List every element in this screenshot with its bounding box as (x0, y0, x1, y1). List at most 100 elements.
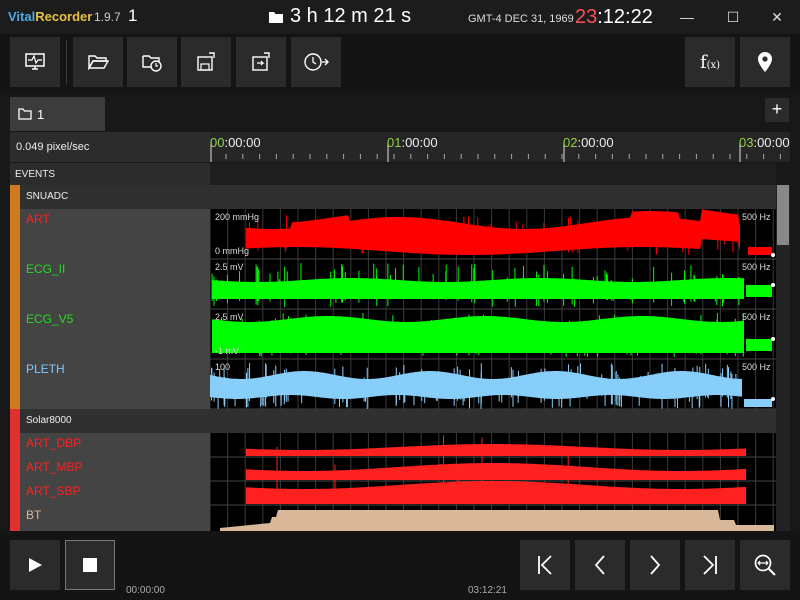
skip-start-icon (538, 555, 552, 575)
art-mbp-trend (246, 463, 746, 480)
minimize-button[interactable]: — (676, 6, 698, 28)
app-version: 1.9.7 (94, 10, 121, 24)
duration-text: 3 h 12 m 21 s (290, 5, 412, 27)
group-header-snuadc[interactable]: SNUADC (20, 185, 776, 209)
toolbar: f(x) (0, 34, 800, 92)
close-button[interactable]: ✕ (766, 6, 788, 28)
art-dbp-trend (246, 444, 746, 456)
ecg-ii-max-label: 2.5 mV (215, 262, 244, 272)
stop-icon (83, 558, 97, 572)
track-end-marker (771, 253, 775, 257)
zoom-fit-icon (754, 554, 776, 576)
start-time: 00:00:00 (126, 585, 165, 596)
play-button[interactable] (10, 540, 60, 590)
track-label-art-dbp[interactable]: ART_DBP (26, 436, 81, 450)
ecg-v5-max-label: 2.5 mV (215, 312, 244, 322)
save-button[interactable] (181, 37, 231, 87)
save-icon (197, 52, 215, 71)
ecg-ii-waveform (746, 285, 772, 297)
monitor-icon (25, 53, 45, 70)
art-waveform (748, 247, 772, 255)
timer-export-button[interactable] (291, 37, 341, 87)
pleth-waveform (744, 399, 772, 407)
window-number: 1 (128, 6, 138, 25)
title-bar: VitalRecorder 1.9.7 1 3 h 12 m 21 s GMT-… (0, 0, 800, 34)
events-label: EVENTS (10, 163, 210, 185)
app-name: VitalRecorder (8, 9, 93, 24)
open-folder-icon (87, 55, 109, 71)
timezone-date: GMT-4 DEC 31, 1969 (468, 13, 574, 25)
track-label-pleth[interactable]: PLETH (26, 362, 65, 376)
save-as-icon (252, 52, 270, 71)
location-button[interactable] (740, 37, 790, 87)
group-bar-snuadc (10, 185, 20, 409)
art-sbp-trend (246, 481, 746, 504)
track-end-marker (771, 283, 775, 287)
scrollbar-thumb[interactable] (777, 185, 789, 245)
track-end-marker (771, 397, 775, 401)
pleth-rate-label: 500 Hz (742, 362, 771, 372)
bt-trend (220, 510, 774, 531)
ruler-ticks (210, 142, 781, 162)
ecg-v5-waveform (746, 339, 772, 351)
skip-end-button[interactable] (685, 540, 735, 590)
art-min-label: 0 mmHg (215, 246, 250, 256)
timeline-tick-2: 02:00:00 (563, 135, 614, 150)
add-tab-button[interactable]: + (765, 98, 789, 122)
maximize-button[interactable]: ☐ (722, 6, 744, 28)
prev-icon (594, 555, 605, 575)
ecg-ii-waveform (212, 278, 744, 299)
recent-button[interactable] (127, 37, 177, 87)
waveform-canvas (210, 209, 776, 531)
open-button[interactable] (73, 37, 123, 87)
ecg-v5-rate-label: 500 Hz (742, 312, 771, 322)
clock: 23:12:22 (575, 6, 653, 29)
timer-export-icon (304, 53, 329, 71)
time-scale: 0.049 pixel/sec (10, 132, 210, 162)
vertical-scrollbar[interactable] (776, 185, 790, 531)
timeline-tick-1: 01:00:00 (387, 135, 438, 150)
art-rate-label: 500 Hz (742, 212, 771, 222)
next-icon (650, 555, 661, 575)
track-labels-snuadc (20, 209, 210, 409)
ecg-v5-waveform (212, 316, 744, 353)
pleth-max-label: 100 (215, 362, 231, 372)
zoom-fit-button[interactable] (740, 540, 790, 590)
folder-icon (269, 11, 283, 23)
track-label-art[interactable]: ART (26, 212, 50, 226)
group-header-solar8000[interactable]: Solar8000 (20, 409, 776, 433)
toolbar-separator (66, 40, 67, 84)
tab-1[interactable]: 1 (10, 97, 105, 131)
ecg-v5-min-label: -1 mV (215, 346, 240, 356)
events-track[interactable] (210, 163, 776, 185)
waveform-area[interactable] (210, 185, 776, 531)
track-label-art-mbp[interactable]: ART_MBP (26, 460, 82, 474)
stop-button[interactable] (65, 540, 115, 590)
timeline-ruler[interactable]: 00:00:00 01:00:00 02:00:00 03:00:00 (210, 132, 790, 162)
location-pin-icon (758, 52, 772, 72)
art-max-label: 200 mmHg (215, 212, 260, 222)
ecg-ii-rate-label: 500 Hz (742, 262, 771, 272)
monitor-button[interactable] (10, 37, 60, 87)
playback-bar: 00:00:00 03:12:21 (0, 531, 800, 600)
track-label-ecg-v5[interactable]: ECG_V5 (26, 312, 73, 326)
track-end-marker (771, 337, 775, 341)
function-icon: f(x) (699, 51, 721, 73)
prev-button[interactable] (575, 540, 625, 590)
save-as-button[interactable] (236, 37, 286, 87)
skip-end-icon (703, 555, 717, 575)
play-icon (29, 558, 42, 572)
recording-duration: 3 h 12 m 21 s (268, 5, 411, 28)
next-button[interactable] (630, 540, 680, 590)
recent-folder-icon (142, 55, 162, 72)
tab-label: 1 (37, 106, 45, 122)
track-label-bt[interactable]: BT (26, 508, 41, 522)
skip-start-button[interactable] (520, 540, 570, 590)
track-label-art-sbp[interactable]: ART_SBP (26, 484, 80, 498)
function-button[interactable]: f(x) (685, 37, 735, 87)
timeline-tick-3: 03:00:00 (739, 135, 790, 150)
clock-rest: :12:22 (597, 6, 653, 28)
folder-icon (18, 108, 32, 120)
track-label-ecg-ii[interactable]: ECG_II (26, 262, 65, 276)
timeline-tick-0: 00:00:00 (210, 135, 261, 150)
